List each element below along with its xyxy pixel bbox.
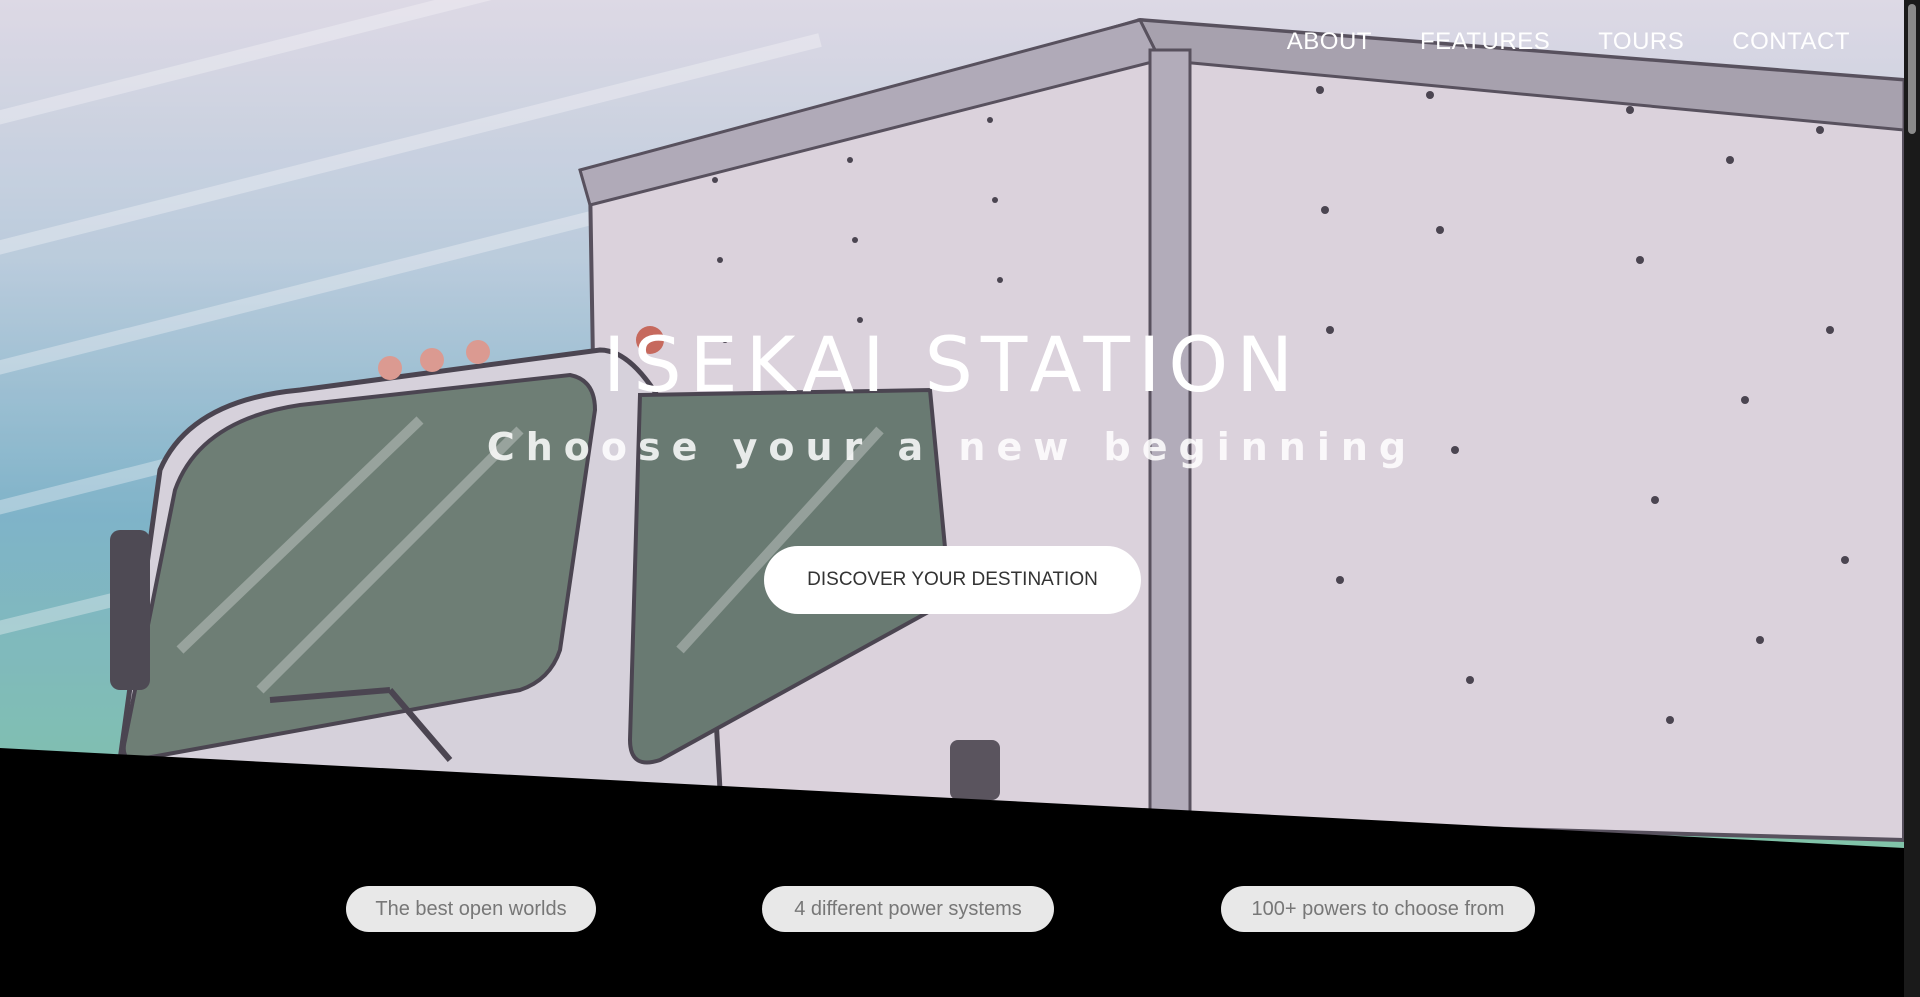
- page-scrollbar[interactable]: [1904, 0, 1920, 997]
- feature-pills: The best open worlds 4 different power s…: [0, 886, 1904, 932]
- scrollbar-thumb[interactable]: [1908, 4, 1916, 134]
- feature-pill-powers: 100+ powers to choose from: [1221, 886, 1535, 932]
- feature-pill-power-systems: 4 different power systems: [762, 886, 1054, 932]
- nav-features-link[interactable]: FEATURES: [1420, 28, 1550, 56]
- hero-title: ISEKAI STATION: [602, 320, 1302, 409]
- feature-pill-open-worlds: The best open worlds: [346, 886, 596, 932]
- section-divider: [0, 748, 1904, 997]
- nav-tours-link[interactable]: TOURS: [1598, 28, 1684, 56]
- nav-about-link[interactable]: ABOUT: [1287, 28, 1372, 56]
- discover-destination-button[interactable]: DISCOVER YOUR DESTINATION: [764, 546, 1141, 614]
- hero-subtitle: Choose your a new beginning: [486, 425, 1418, 469]
- top-navigation: ABOUT FEATURES TOURS CONTACT: [1287, 28, 1850, 56]
- nav-contact-link[interactable]: CONTACT: [1732, 28, 1850, 56]
